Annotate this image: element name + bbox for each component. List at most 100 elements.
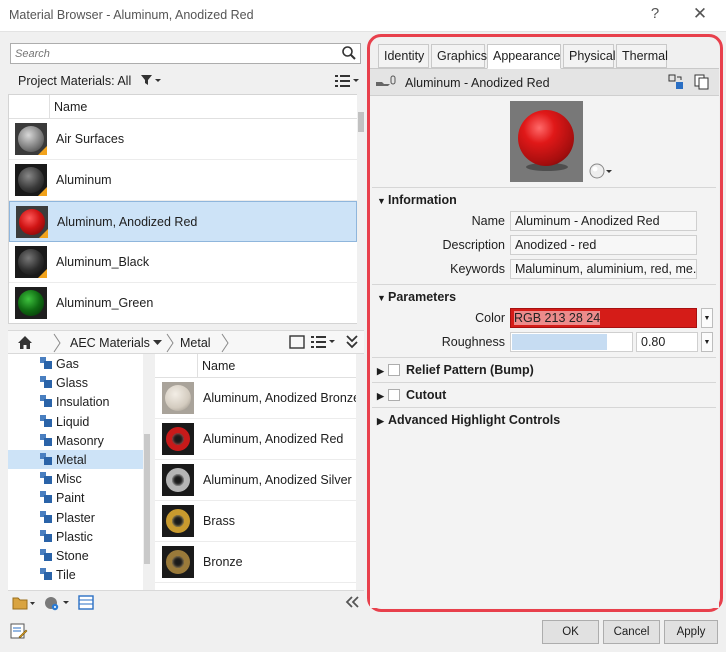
apply-button[interactable]: Apply xyxy=(664,620,718,644)
create-material-icon[interactable] xyxy=(44,595,70,611)
material-thumbnail xyxy=(15,246,47,278)
edit-material-icon[interactable] xyxy=(10,622,28,640)
tree-item[interactable]: Liquid xyxy=(8,412,150,431)
breadcrumb-separator-icon[interactable] xyxy=(52,333,62,353)
project-materials-label: Project Materials: All xyxy=(18,74,132,88)
project-list-scrollbar[interactable] xyxy=(357,94,365,324)
color-options-dropdown[interactable]: ▼ xyxy=(701,308,713,328)
library-toolbar xyxy=(8,590,364,614)
list-view-icon[interactable] xyxy=(334,74,360,88)
tree-item[interactable]: Metal xyxy=(8,449,150,470)
tree-item[interactable]: Masonry xyxy=(8,431,150,450)
tree-item-label: Insulation xyxy=(56,395,110,410)
collapse-down-icon[interactable] xyxy=(346,334,358,350)
folder-icon[interactable] xyxy=(12,596,36,610)
material-thumbnail xyxy=(162,546,194,578)
library-scrollbar[interactable] xyxy=(357,354,365,590)
category-folder-icon xyxy=(40,395,52,408)
tree-item[interactable]: Gas xyxy=(8,354,150,373)
material-name: Aluminum_Green xyxy=(56,296,154,310)
material-thumbnail xyxy=(162,382,194,414)
tree-item[interactable]: Paint xyxy=(8,488,150,507)
breadcrumb-separator-icon[interactable] xyxy=(165,333,175,353)
library-breadcrumb: AEC Materials Metal xyxy=(8,330,364,354)
list-item[interactable]: Air Surfaces xyxy=(9,119,357,160)
tab-identity[interactable]: Identity xyxy=(378,44,429,68)
ok-button[interactable]: OK xyxy=(542,620,599,644)
description-field[interactable]: Anodized - red xyxy=(510,235,697,255)
material-thumbnail xyxy=(16,206,48,238)
tree-item[interactable]: Stone xyxy=(8,546,150,565)
tab-thermal[interactable]: Thermal xyxy=(616,44,668,68)
section-title: Cutout xyxy=(406,388,447,402)
divider xyxy=(372,382,716,383)
list-item[interactable]: Aluminum, Anodized Red xyxy=(155,419,356,460)
cancel-button[interactable]: Cancel xyxy=(603,620,660,644)
home-icon[interactable] xyxy=(17,335,33,350)
section-relief-pattern[interactable]: ▶ Relief Pattern (Bump) xyxy=(377,363,534,377)
divider xyxy=(372,187,716,188)
breadcrumb-library[interactable]: AEC Materials xyxy=(70,336,150,350)
tree-item[interactable]: Glass xyxy=(8,373,150,392)
column-header[interactable]: Name xyxy=(9,95,357,119)
material-thumbnail xyxy=(15,164,47,196)
list-item[interactable]: Bronze xyxy=(155,542,356,583)
color-label: Color xyxy=(475,311,505,325)
name-label: Name xyxy=(471,214,505,228)
list-item[interactable]: Brass xyxy=(155,501,356,542)
material-thumbnail xyxy=(162,505,194,537)
divider xyxy=(372,407,716,408)
description-label: Description xyxy=(442,238,505,252)
tree-scrollbar[interactable] xyxy=(143,354,151,590)
roughness-options-dropdown[interactable]: ▼ xyxy=(701,332,713,352)
list-item[interactable]: Aluminum_Black xyxy=(9,242,357,283)
search-icon[interactable] xyxy=(341,45,357,61)
tab-appearance[interactable]: Appearance xyxy=(487,44,561,69)
tree-item[interactable]: Tile xyxy=(8,565,150,584)
search-input[interactable] xyxy=(11,44,331,63)
name-field[interactable]: Aluminum - Anodized Red xyxy=(510,211,697,231)
tab-graphics[interactable]: Graphics xyxy=(431,44,487,68)
column-header[interactable]: Name xyxy=(155,354,356,378)
relief-checkbox[interactable] xyxy=(388,364,400,376)
breadcrumb-category[interactable]: Metal xyxy=(180,336,211,350)
material-name: Aluminum, Anodized Silver xyxy=(203,473,352,487)
panel-layout-icon[interactable] xyxy=(78,595,94,610)
keywords-field[interactable]: Maluminum, aluminium, red, me... xyxy=(510,259,697,279)
section-title: Parameters xyxy=(388,290,457,304)
list-view-icon[interactable] xyxy=(310,335,336,349)
section-advanced-highlight[interactable]: ▶ Advanced Highlight Controls xyxy=(377,413,560,427)
duplicate-asset-icon[interactable] xyxy=(694,74,710,90)
roughness-value[interactable]: 0.80 xyxy=(636,332,698,352)
tree-item[interactable]: Misc xyxy=(8,469,150,488)
preview-options-icon[interactable] xyxy=(589,163,615,179)
filter-icon[interactable] xyxy=(140,74,162,86)
tree-item-label: Glass xyxy=(56,376,88,391)
section-cutout[interactable]: ▶ Cutout xyxy=(377,388,446,402)
section-parameters[interactable]: ▼ Parameters xyxy=(377,290,456,304)
list-item[interactable]: Aluminum_Green xyxy=(9,283,357,323)
tree-item-label: Gas xyxy=(56,357,79,371)
material-name: Aluminum, Anodized Red xyxy=(203,432,344,446)
tree-item[interactable]: Plaster xyxy=(8,508,150,527)
replace-asset-icon[interactable] xyxy=(668,74,684,90)
tree-item[interactable]: Plastic xyxy=(8,527,150,546)
roughness-slider[interactable] xyxy=(510,332,633,352)
cutout-checkbox[interactable] xyxy=(388,389,400,401)
panel-toggle-icon[interactable] xyxy=(289,335,305,349)
collapse-left-icon[interactable] xyxy=(345,596,359,608)
material-name: Aluminum xyxy=(56,173,112,187)
list-item[interactable]: Aluminum, Anodized Bronze xyxy=(155,378,356,419)
close-button[interactable]: ✕ xyxy=(690,4,710,24)
section-information[interactable]: ▼ Information xyxy=(377,193,457,207)
section-title: Advanced Highlight Controls xyxy=(388,413,561,427)
list-item-selected[interactable]: Aluminum, Anodized Red xyxy=(9,201,357,242)
divider xyxy=(372,357,716,358)
tab-physical[interactable]: Physical xyxy=(563,44,616,68)
tree-item[interactable]: Insulation xyxy=(8,392,150,411)
chevron-down-icon[interactable] xyxy=(153,340,162,346)
list-item[interactable]: Aluminum, Anodized Silver xyxy=(155,460,356,501)
list-item[interactable]: Aluminum xyxy=(9,160,357,201)
color-swatch-field[interactable]: RGB 213 28 24 xyxy=(510,308,697,328)
help-button[interactable]: ? xyxy=(647,5,663,22)
